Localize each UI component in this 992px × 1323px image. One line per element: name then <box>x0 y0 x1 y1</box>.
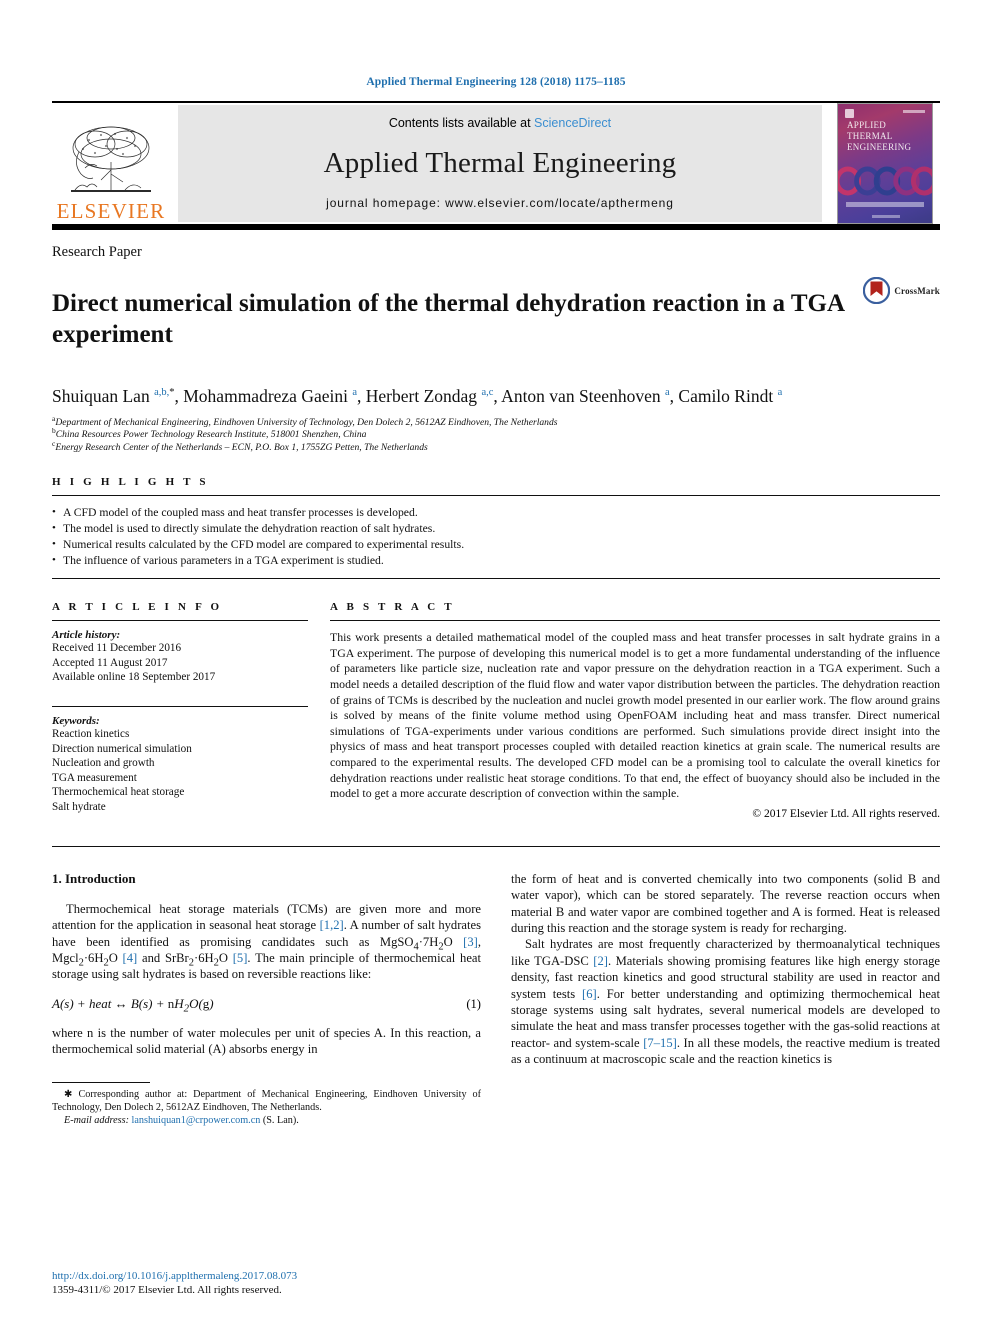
highlights-heading: H I G H L I G H T S <box>52 476 209 489</box>
article-section-type: Research Paper <box>52 244 142 260</box>
cover-title-line-3: ENGINEERING <box>847 142 912 152</box>
crossmark-label: CrossMark <box>894 285 940 296</box>
affiliation-item: aDepartment of Mechanical Engineering, E… <box>52 414 940 430</box>
crossmark-badge[interactable]: CrossMark <box>863 271 940 304</box>
info-abstract-row: A R T I C L E I N F O Article history: R… <box>52 601 940 820</box>
body-top-rule <box>52 845 940 847</box>
journal-title: Applied Thermal Engineering <box>323 146 677 179</box>
journal-masthead: ELSEVIER Contents lists available at Sci… <box>52 103 940 224</box>
equation-number: (1) <box>466 996 481 1011</box>
journal-cover-thumbnail[interactable]: APPLIED THERMAL ENGINEERING <box>830 103 940 224</box>
paragraph: where n is the number of water molecules… <box>52 1025 481 1057</box>
keywords-label: Keywords: <box>52 715 100 728</box>
keywords-rule <box>52 706 308 708</box>
page-title: Direct numerical simulation of the therm… <box>52 289 844 348</box>
affiliation-item: cEnergy Research Center of the Netherlan… <box>52 439 940 455</box>
abstract-heading: A B S T R A C T <box>330 601 455 614</box>
paragraph: Thermochemical heat storage materials (T… <box>52 901 481 982</box>
affiliation-text: Energy Research Center of the Netherland… <box>55 441 428 453</box>
keywords-block: Keywords: Reaction kinetics Direction nu… <box>52 697 308 815</box>
highlights-bottom-rule <box>52 578 940 580</box>
page-footer: http://dx.doi.org/10.1016/j.applthermale… <box>52 1269 482 1297</box>
issn-copyright-line: 1359-4311/© 2017 Elsevier Ltd. All right… <box>52 1284 282 1296</box>
title-row: Direct numerical simulation of the therm… <box>52 271 940 367</box>
author-list: Shuiquan Lan a,b,*, Mohammadreza Gaeini … <box>52 385 783 406</box>
section-heading-introduction: 1. Introduction <box>52 870 136 886</box>
contents-prefix: Contents lists available at <box>388 116 535 130</box>
abstract-copyright: © 2017 Elsevier Ltd. All rights reserved… <box>752 807 940 820</box>
keyword-item: TGA measurement <box>52 771 137 784</box>
article-info-heading: A R T I C L E I N F O <box>52 601 223 614</box>
article-info-section: A R T I C L E I N F O Article history: R… <box>52 601 330 820</box>
affiliation-list: aDepartment of Mechanical Engineering, E… <box>52 414 940 455</box>
keyword-item: Nucleation and growth <box>52 757 155 770</box>
cover-footer-band <box>846 202 924 207</box>
running-head: Applied Thermal Engineering 128 (2018) 1… <box>366 76 626 88</box>
article-history-label: Article history: <box>52 629 121 642</box>
masthead-bottom-rule <box>52 224 940 230</box>
article-history-item: Received 11 December 2016 <box>52 642 182 655</box>
keyword-item: Reaction kinetics <box>52 728 130 741</box>
equation-row: A(s) + heat ↔ B(s) + nH2O(g) (1) <box>52 995 481 1015</box>
footnote-block: ✱ Corresponding author at: Department of… <box>52 1081 481 1128</box>
footnote-rule <box>52 1081 150 1083</box>
affiliation-text: China Resources Power Technology Researc… <box>55 429 367 441</box>
journal-homepage-line[interactable]: journal homepage: www.elsevier.com/locat… <box>326 196 674 210</box>
cover-elsevier-icon <box>845 109 854 118</box>
cover-title-line-1: APPLIED <box>847 120 887 130</box>
equation: A(s) + heat ↔ B(s) + nH2O(g) <box>52 995 214 1015</box>
elsevier-tree-icon <box>71 126 151 192</box>
cover-footer-mark <box>872 215 900 218</box>
cover-title-text: APPLIED THERMAL ENGINEERING <box>847 120 926 153</box>
doi-link[interactable]: http://dx.doi.org/10.1016/j.applthermale… <box>52 1269 482 1283</box>
affiliation-text: Department of Mechanical Engineering, Ei… <box>55 416 558 428</box>
abstract-text: This work presents a detailed mathematic… <box>330 630 940 801</box>
body-column-right: the form of heat and is converted chemic… <box>511 871 940 1127</box>
cover-title-line-2: THERMAL <box>847 131 893 141</box>
corresponding-author-note: ✱ Corresponding author at: Department of… <box>52 1088 481 1113</box>
body-columns: 1. Introduction Thermochemical heat stor… <box>52 871 940 1127</box>
article-history-item: Available online 18 September 2017 <box>52 671 216 684</box>
highlights-list: A CFD model of the coupled mass and heat… <box>52 496 940 578</box>
paper-page: Applied Thermal Engineering 128 (2018) 1… <box>0 0 992 1323</box>
cover-art: APPLIED THERMAL ENGINEERING <box>837 103 933 224</box>
contents-available-line: Contents lists available at ScienceDirec… <box>389 116 611 130</box>
keyword-item: Thermochemical heat storage <box>52 786 185 799</box>
list-item: Numerical results calculated by the CFD … <box>52 536 940 553</box>
email-label: E-mail address: <box>64 1115 129 1127</box>
paragraph: Salt hydrates are most frequently charac… <box>511 937 940 1067</box>
sciencedirect-link[interactable]: ScienceDirect <box>534 116 611 130</box>
body-column-left: 1. Introduction Thermochemical heat stor… <box>52 871 481 1127</box>
cover-barcode-icon <box>903 110 925 113</box>
list-item: A CFD model of the coupled mass and heat… <box>52 504 940 521</box>
crossmark-icon <box>863 277 891 304</box>
elsevier-logo[interactable]: ELSEVIER <box>52 103 170 224</box>
highlights-section: H I G H L I G H T S A CFD model of the c… <box>52 476 940 580</box>
elsevier-wordmark: ELSEVIER <box>56 199 166 223</box>
list-item: The model is used to directly simulate t… <box>52 520 940 537</box>
email-link[interactable]: lanshuiquan1@crpower.com.cn <box>132 1115 261 1126</box>
article-history-block: Article history: Received 11 December 20… <box>52 621 308 685</box>
keyword-item: Direction numerical simulation <box>52 742 192 755</box>
article-history-item: Accepted 11 August 2017 <box>52 656 168 669</box>
email-note: E-mail address: lanshuiquan1@crpower.com… <box>52 1114 481 1127</box>
email-owner: (S. Lan). <box>262 1115 299 1127</box>
keyword-item: Salt hydrate <box>52 801 106 814</box>
abstract-section: A B S T R A C T This work presents a det… <box>330 601 940 820</box>
affiliation-item: bChina Resources Power Technology Resear… <box>52 427 940 442</box>
cover-rings-icon <box>838 166 932 196</box>
paragraph: the form of heat and is converted chemic… <box>511 871 940 936</box>
list-item: The influence of various parameters in a… <box>52 552 940 569</box>
journal-banner: Contents lists available at ScienceDirec… <box>178 105 822 222</box>
